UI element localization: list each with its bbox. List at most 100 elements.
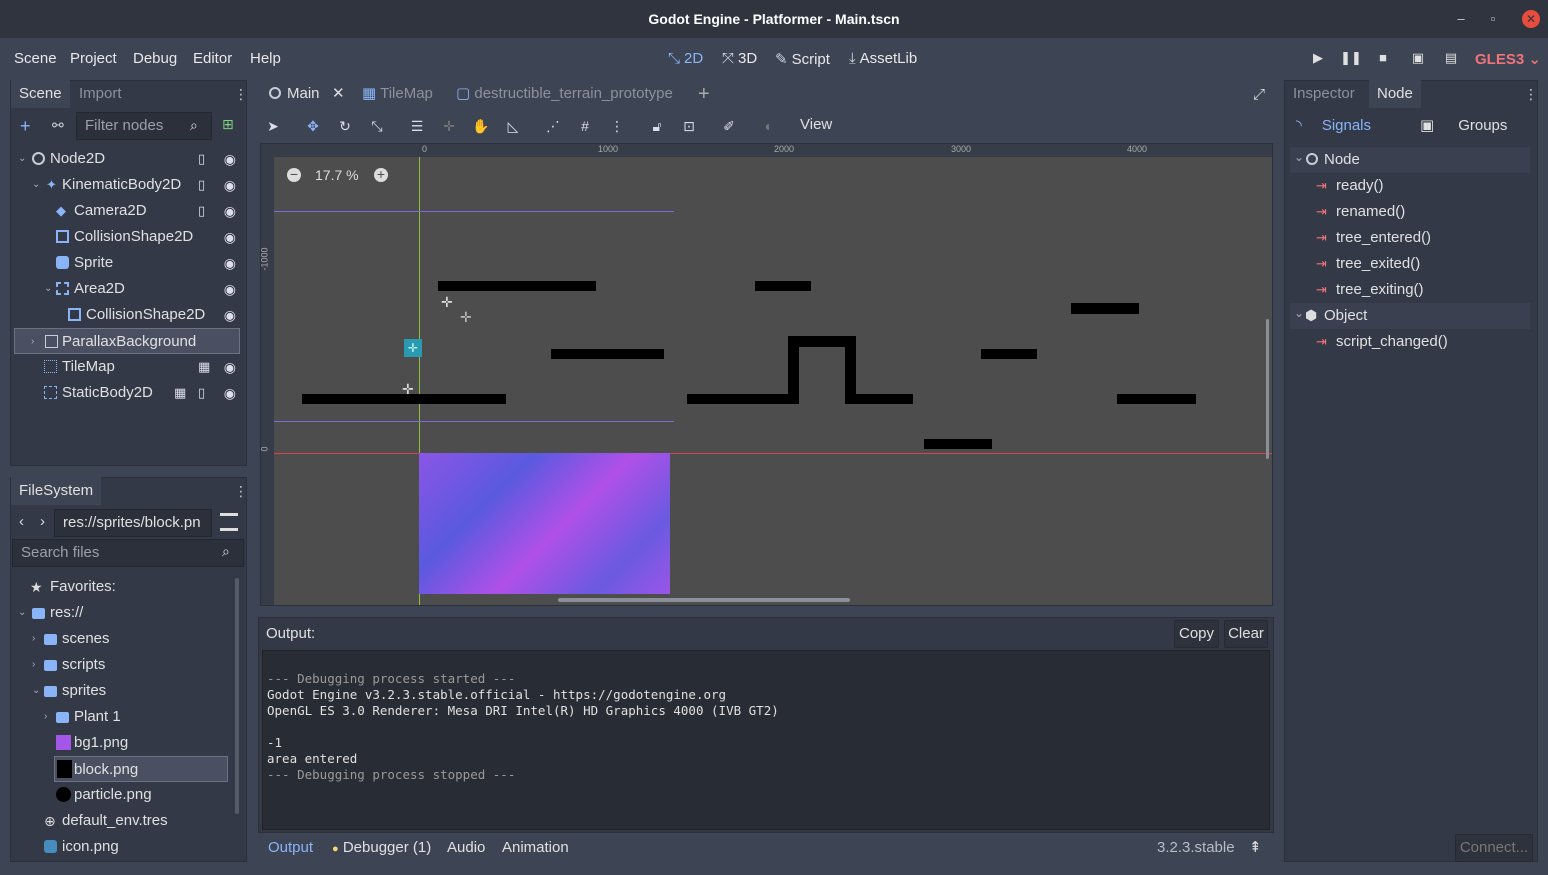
menu-project[interactable]: Project	[70, 50, 117, 67]
menu-help[interactable]: Help	[250, 50, 281, 67]
zoom-in-icon[interactable]: +	[374, 167, 388, 182]
mode-assetlib-button[interactable]: ⤓ AssetLib	[849, 50, 917, 67]
chevron-down-icon[interactable]: ⌄	[32, 678, 40, 704]
node-pivot-icon[interactable]: ✛	[460, 309, 472, 326]
ruler-tool-icon[interactable]: ◺	[503, 116, 523, 136]
tree-node-node2d[interactable]: ⌄ Node2D ▯ ◉	[14, 146, 240, 172]
view-menu[interactable]: View	[800, 116, 832, 133]
zoom-out-icon[interactable]: −	[287, 167, 301, 182]
clapperboard-icon[interactable]: ▦	[198, 354, 210, 380]
tab-inspector[interactable]: Inspector	[1285, 80, 1363, 108]
add-node-icon[interactable]: +	[20, 116, 31, 137]
chevron-down-icon[interactable]: ⌄	[18, 600, 26, 626]
signal-ready[interactable]: ready()	[1336, 177, 1384, 194]
chevron-down-icon[interactable]: ⌄	[44, 276, 52, 302]
folder-scripts[interactable]: › scripts	[14, 652, 240, 678]
grid-snap-icon[interactable]: #	[575, 116, 595, 136]
platform-block[interactable]	[438, 281, 596, 291]
folder-res[interactable]: ⌄ res://	[14, 600, 240, 626]
visibility-eye-icon[interactable]: ◉	[224, 354, 236, 380]
chevron-right-icon[interactable]: ›	[32, 652, 35, 678]
snap-icon[interactable]: ⋰	[543, 116, 563, 136]
pan-tool-icon[interactable]: ✋	[471, 116, 491, 136]
back-icon[interactable]: ‹	[19, 513, 24, 530]
scale-tool-icon[interactable]: ⤡	[367, 116, 387, 136]
file-icon[interactable]: icon.png	[14, 834, 240, 860]
file-block[interactable]: block.png	[54, 756, 228, 782]
output-log[interactable]: --- Debugging process started --- Godot …	[262, 650, 1270, 830]
signals-tab[interactable]: ◝ Signals	[1296, 116, 1371, 134]
add-tab-icon[interactable]: +	[698, 80, 710, 108]
clapperboard-icon[interactable]: ▦	[174, 380, 186, 406]
platform-block[interactable]	[551, 349, 664, 359]
script-icon[interactable]: ▯	[198, 380, 205, 406]
mode-3d-button[interactable]: ⤧ 3D	[722, 50, 757, 67]
pause-icon[interactable]: ❚❚	[1340, 50, 1362, 70]
play-scene-icon[interactable]: ▣	[1407, 50, 1429, 70]
groups-tab[interactable]: ▣ Groups	[1420, 116, 1507, 134]
distraction-free-icon[interactable]: ⤢	[1253, 86, 1265, 103]
platform-block[interactable]	[1117, 394, 1196, 404]
signal-script-changed[interactable]: script_changed()	[1336, 333, 1448, 350]
rotate-tool-icon[interactable]: ↻	[335, 116, 355, 136]
platform-block[interactable]	[924, 439, 992, 449]
chevron-down-icon[interactable]: ⌄	[32, 172, 40, 198]
platform-block[interactable]	[1071, 303, 1139, 314]
group-icon[interactable]: ⊡	[679, 116, 699, 136]
tree-node-area2d[interactable]: ⌄ Area2D ◉	[14, 276, 240, 302]
tree-node-camera2d[interactable]: ◆ Camera2D ▯ ◉	[14, 198, 240, 224]
tree-node-tilemap[interactable]: TileMap ▦ ◉	[14, 354, 240, 380]
visibility-eye-icon[interactable]: ◉	[224, 302, 236, 328]
canvas-viewport[interactable]: 0 1000 2000 3000 4000 -1000 0 ✛ ✛ ✛ ✛ − …	[260, 143, 1273, 606]
mode-2d-button[interactable]: ⤡ 2D	[668, 50, 703, 67]
node-pivot-icon[interactable]: ✛	[402, 381, 414, 398]
folder-scenes[interactable]: › scenes	[14, 626, 240, 652]
tab-scene[interactable]: Scene	[11, 80, 70, 108]
connect-button[interactable]: Connect...	[1455, 834, 1533, 862]
menu-editor[interactable]: Editor	[193, 50, 232, 67]
visibility-eye-icon[interactable]: ◉	[224, 146, 236, 172]
path-input[interactable]: res://sprites/block.pn	[54, 509, 212, 537]
chevron-down-icon[interactable]: ⌄	[18, 146, 26, 172]
play-icon[interactable]: ▶	[1307, 50, 1329, 70]
bottom-tab-output[interactable]: Output	[268, 839, 313, 856]
file-tree-scrollbar[interactable]	[235, 578, 239, 814]
play-custom-scene-icon[interactable]: ▤	[1440, 50, 1462, 70]
tree-node-parallaxbackground[interactable]: › ParallaxBackground	[14, 328, 240, 354]
bottom-tab-debugger[interactable]: ● Debugger (1)	[332, 839, 431, 856]
visibility-eye-icon[interactable]: ◉	[224, 224, 236, 250]
tree-node-sprite[interactable]: Sprite ◉	[14, 250, 240, 276]
tab-tilemap[interactable]: ▦ TileMap	[362, 80, 433, 108]
dock-menu-icon[interactable]: ⋮	[234, 483, 248, 500]
file-particle[interactable]: particle.png	[14, 782, 240, 808]
zoom-level[interactable]: 17.7 %	[315, 167, 359, 183]
menu-debug[interactable]: Debug	[133, 50, 177, 67]
chevron-right-icon[interactable]: ›	[32, 626, 35, 652]
signal-tree-exiting[interactable]: tree_exiting()	[1336, 281, 1424, 298]
tab-node[interactable]: Node	[1369, 80, 1421, 108]
visibility-eye-icon[interactable]: ◉	[224, 250, 236, 276]
signal-renamed[interactable]: renamed()	[1336, 203, 1405, 220]
script-icon[interactable]: ▯	[198, 198, 205, 224]
pivot-tool-icon[interactable]: ✛	[439, 116, 459, 136]
select-tool-icon[interactable]: ➤	[263, 116, 283, 136]
chevron-right-icon[interactable]: ›	[44, 704, 47, 730]
lock-icon[interactable]: 🔓︎	[647, 116, 667, 136]
mode-script-button[interactable]: ✎ Script	[775, 50, 830, 68]
minimize-icon[interactable]: –	[1446, 0, 1476, 38]
folder-plant1[interactable]: › Plant 1	[14, 704, 240, 730]
more-options-icon[interactable]: ⋮	[607, 116, 627, 136]
menu-scene[interactable]: Scene	[14, 50, 57, 67]
visibility-eye-icon[interactable]: ◉	[224, 172, 236, 198]
visibility-eye-icon[interactable]: ◉	[224, 380, 236, 406]
chevron-down-icon[interactable]: ⌄	[1294, 150, 1304, 164]
platform-block[interactable]	[845, 394, 913, 404]
tab-filesystem[interactable]: FileSystem	[11, 477, 102, 505]
expand-panel-icon[interactable]: ⇞	[1249, 838, 1262, 856]
file-default-env[interactable]: ⊕ default_env.tres	[14, 808, 240, 834]
signal-tree-entered[interactable]: tree_entered()	[1336, 229, 1431, 246]
tab-import[interactable]: Import	[71, 80, 130, 108]
tree-node-kinematicbody2d[interactable]: ⌄ ✦ KinematicBody2D ▯ ◉	[14, 172, 240, 198]
copy-button[interactable]: Copy	[1174, 620, 1219, 648]
kinematic-body-gizmo[interactable]: ✛	[404, 339, 422, 357]
